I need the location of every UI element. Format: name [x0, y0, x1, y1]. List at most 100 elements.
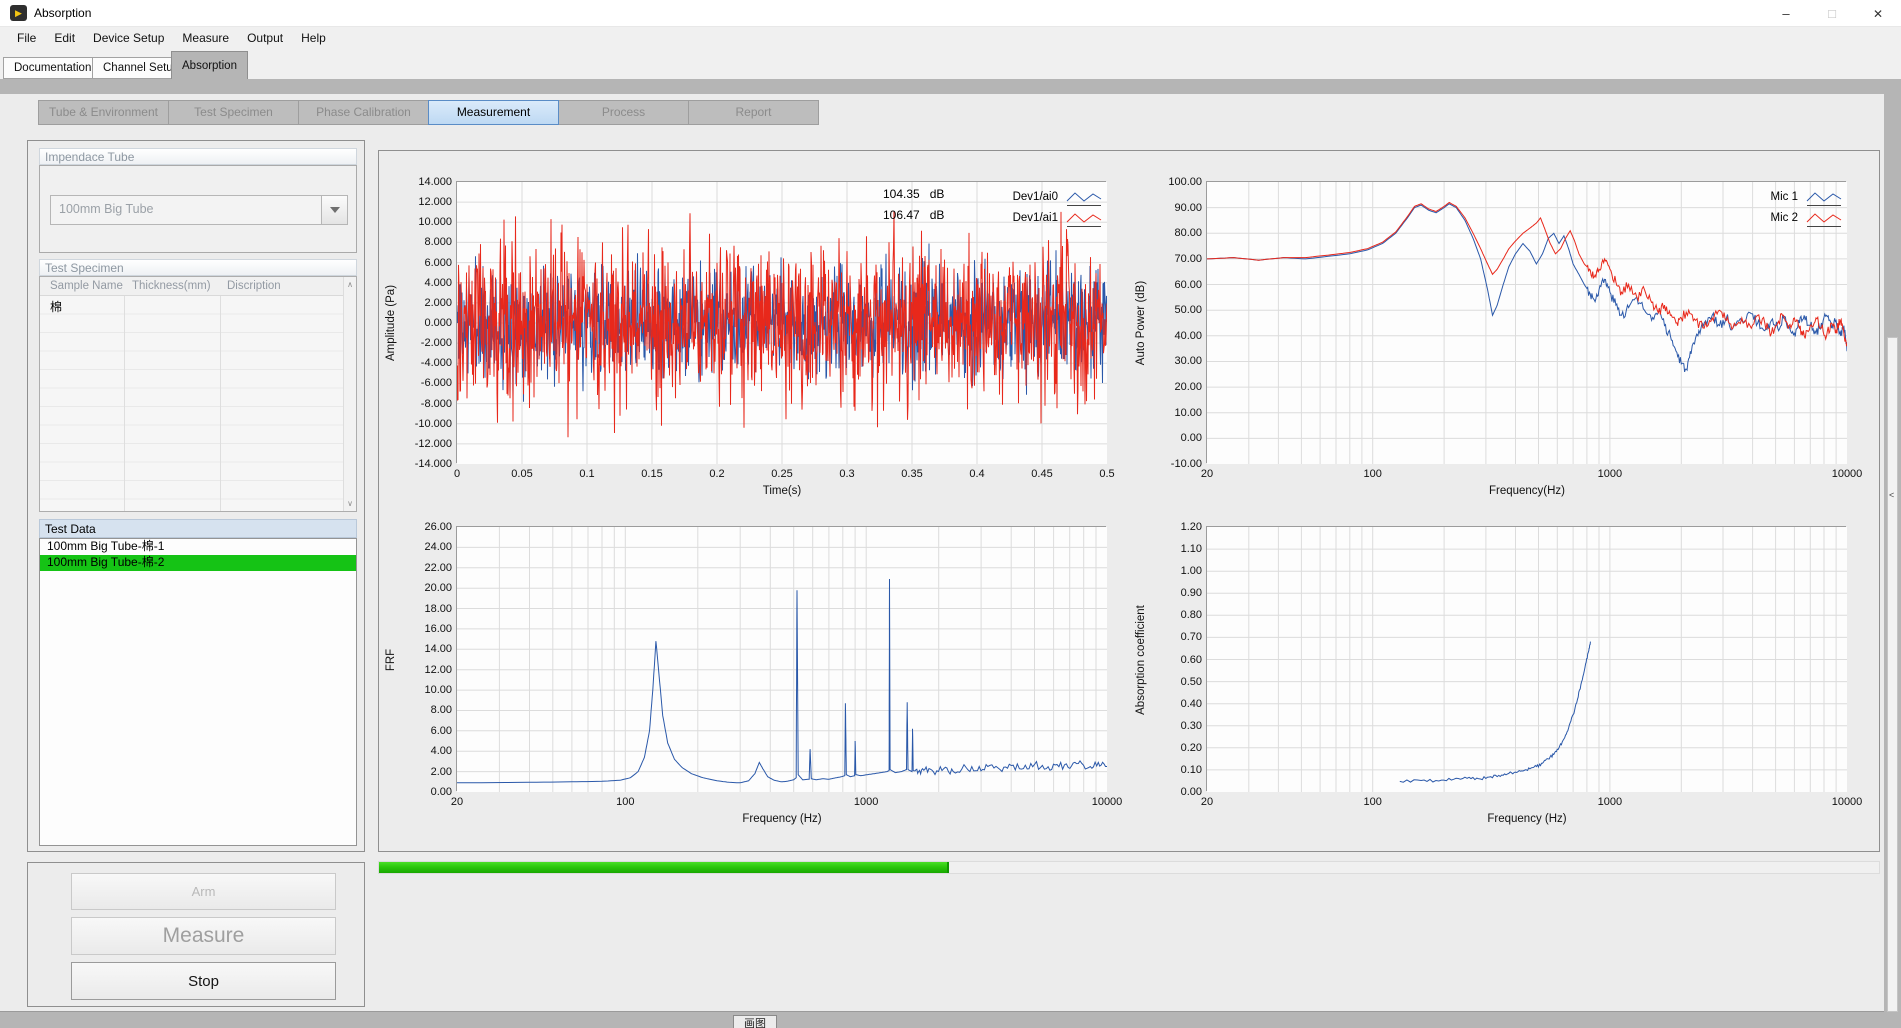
y-axis-title-text: FRF — [385, 648, 397, 670]
specimen-table-scrollbar[interactable]: ∧ ∨ — [343, 277, 356, 511]
subtab-test-specimen[interactable]: Test Specimen — [168, 100, 299, 125]
plot-area — [1207, 527, 1847, 792]
y-axis-tick-label: -6.000 — [402, 377, 452, 389]
legend-item[interactable]: Dev1/ai0 — [1013, 187, 1103, 207]
y-axis-tick-label: 100.00 — [1152, 176, 1202, 188]
y-axis-title-text: Amplitude (Pa) — [385, 285, 397, 361]
y-axis-tick-label: 0.00 — [402, 786, 452, 798]
y-axis-tick-label: 0.90 — [1152, 587, 1202, 599]
x-axis-tick-label: 0.25 — [771, 468, 792, 480]
y-axis-tick-label: 2.00 — [402, 766, 452, 778]
y-axis-tick-label: 0.80 — [1152, 609, 1202, 621]
y-axis-tick-label: 4.00 — [402, 745, 452, 757]
bottom-tab-draw[interactable]: 画图 — [733, 1015, 777, 1028]
y-axis-tick-label: 0.10 — [1152, 764, 1202, 776]
y-axis-tick-label: 6.000 — [402, 257, 452, 269]
y-axis-tick-label: 0.000 — [402, 317, 452, 329]
tab-documentation[interactable]: Documentation — [3, 57, 102, 79]
test-specimen-table[interactable]: Sample Name Thickness(mm) Discription 棉 … — [39, 276, 357, 512]
tube-select-dropdown[interactable]: 100mm Big Tube — [50, 195, 348, 225]
column-sample-name: Sample Name — [50, 277, 123, 295]
x-axis-title: Frequency (Hz) — [742, 813, 821, 825]
y-axis-tick-label: -12.000 — [402, 438, 452, 450]
y-axis-tick-label: 12.00 — [402, 664, 452, 676]
y-axis-tick-label: -8.000 — [402, 398, 452, 410]
menu-item-file[interactable]: File — [8, 27, 45, 49]
legend-label: Mic 1 — [1771, 191, 1798, 203]
y-axis-tick-label: 24.00 — [402, 541, 452, 553]
absorption-tab-page: Tube & Environment Test Specimen Phase C… — [0, 79, 1901, 1028]
column-thickness: Thickness(mm) — [132, 277, 211, 295]
main-tab-bar: Documentation Channel Setup Absorption — [0, 49, 1901, 79]
labview-run-arrow-icon: ▶ — [15, 9, 22, 18]
x-axis-tick-label: 0.3 — [839, 468, 854, 480]
specimen-table-body[interactable]: 棉 — [40, 296, 343, 511]
y-axis-tick-label: 0.30 — [1152, 720, 1202, 732]
x-axis-tick-label: 100 — [616, 796, 634, 808]
y-axis-tick-label: 30.00 — [1152, 355, 1202, 367]
plot-legend: Mic 1 Mic 2 — [1771, 187, 1843, 229]
stop-button[interactable]: Stop — [71, 962, 336, 1000]
side-expander[interactable]: < — [1887, 337, 1898, 1012]
menu-item-output[interactable]: Output — [238, 27, 292, 49]
subtab-phase-calibration[interactable]: Phase Calibration — [298, 100, 429, 125]
absorption-coefficient-chart: 1.201.101.000.900.800.700.600.500.400.30… — [1206, 526, 1846, 791]
specimen-table-header: Sample Name Thickness(mm) Discription — [40, 277, 356, 296]
tube-select-value: 100mm Big Tube — [51, 196, 321, 224]
legend-line-icon — [1805, 188, 1843, 207]
measure-button[interactable]: Measure — [71, 917, 336, 955]
tab-absorption[interactable]: Absorption — [171, 51, 248, 79]
y-axis-tick-label: 10.00 — [1152, 407, 1202, 419]
x-axis-tick-label: 0.35 — [901, 468, 922, 480]
subtab-process[interactable]: Process — [558, 100, 689, 125]
menu-item-help[interactable]: Help — [292, 27, 335, 49]
plot-area — [457, 182, 1107, 464]
scroll-up-icon[interactable]: ∧ — [344, 280, 356, 289]
legend-label: Dev1/ai0 — [1013, 191, 1058, 203]
x-axis-tick-label: 1000 — [1598, 468, 1622, 480]
tube-select-arrow-button[interactable] — [321, 196, 347, 224]
x-axis-tick-label: 20 — [451, 796, 463, 808]
plot-area — [1207, 182, 1847, 464]
x-axis-tick-label: 20 — [1201, 468, 1213, 480]
menu-item-measure[interactable]: Measure — [173, 27, 238, 49]
minimize-button[interactable]: – — [1763, 0, 1809, 27]
legend-item[interactable]: Dev1/ai1 — [1013, 208, 1103, 228]
level-readouts: 104.35dB106.47dB — [883, 187, 944, 229]
close-button[interactable]: ✕ — [1855, 0, 1901, 27]
menu-item-edit[interactable]: Edit — [45, 27, 84, 49]
test-data-item-selected[interactable]: 100mm Big Tube-棉-2 — [40, 555, 356, 571]
legend-item[interactable]: Mic 1 — [1771, 187, 1843, 207]
subtab-measurement[interactable]: Measurement — [428, 100, 559, 125]
y-axis-tick-label: 40.00 — [1152, 330, 1202, 342]
plot-legend: Dev1/ai0 Dev1/ai1 — [1013, 187, 1103, 229]
subtab-report[interactable]: Report — [688, 100, 819, 125]
arm-button[interactable]: Arm — [71, 873, 336, 910]
y-axis-tick-label: 22.00 — [402, 562, 452, 574]
scroll-down-icon[interactable]: ∨ — [344, 499, 356, 508]
legend-item[interactable]: Mic 2 — [1771, 208, 1843, 228]
y-axis-tick-label: 1.20 — [1152, 521, 1202, 533]
y-axis-tick-label: 12.000 — [402, 196, 452, 208]
x-axis-tick-label: 1000 — [1598, 796, 1622, 808]
y-axis-tick-label: 8.000 — [402, 236, 452, 248]
subtab-tube-environment[interactable]: Tube & Environment — [38, 100, 169, 125]
menu-item-device-setup[interactable]: Device Setup — [84, 27, 173, 49]
y-axis-tick-label: 70.00 — [1152, 253, 1202, 265]
legend-line-icon — [1065, 209, 1103, 228]
y-axis-tick-label: 80.00 — [1152, 227, 1202, 239]
test-data-list[interactable]: 100mm Big Tube-棉-1 100mm Big Tube-棉-2 — [39, 538, 357, 846]
y-axis-tick-label: 90.00 — [1152, 202, 1202, 214]
readout-value: 106.47 — [883, 208, 920, 222]
setup-panel: Impendace Tube 100mm Big Tube Test Speci… — [27, 140, 365, 852]
y-axis-tick-label: 0.00 — [1152, 432, 1202, 444]
y-axis-tick-label: -4.000 — [402, 357, 452, 369]
maximize-button[interactable]: □ — [1809, 0, 1855, 27]
y-axis-tick-label: 16.00 — [402, 623, 452, 635]
measurement-progress-bar — [378, 861, 1880, 874]
x-axis-tick-label: 1000 — [854, 796, 878, 808]
specimen-row-sample-name[interactable]: 棉 — [50, 298, 62, 315]
test-data-item[interactable]: 100mm Big Tube-棉-1 — [40, 539, 356, 555]
x-axis-tick-label: 100 — [1364, 468, 1382, 480]
plot-area — [457, 527, 1107, 792]
